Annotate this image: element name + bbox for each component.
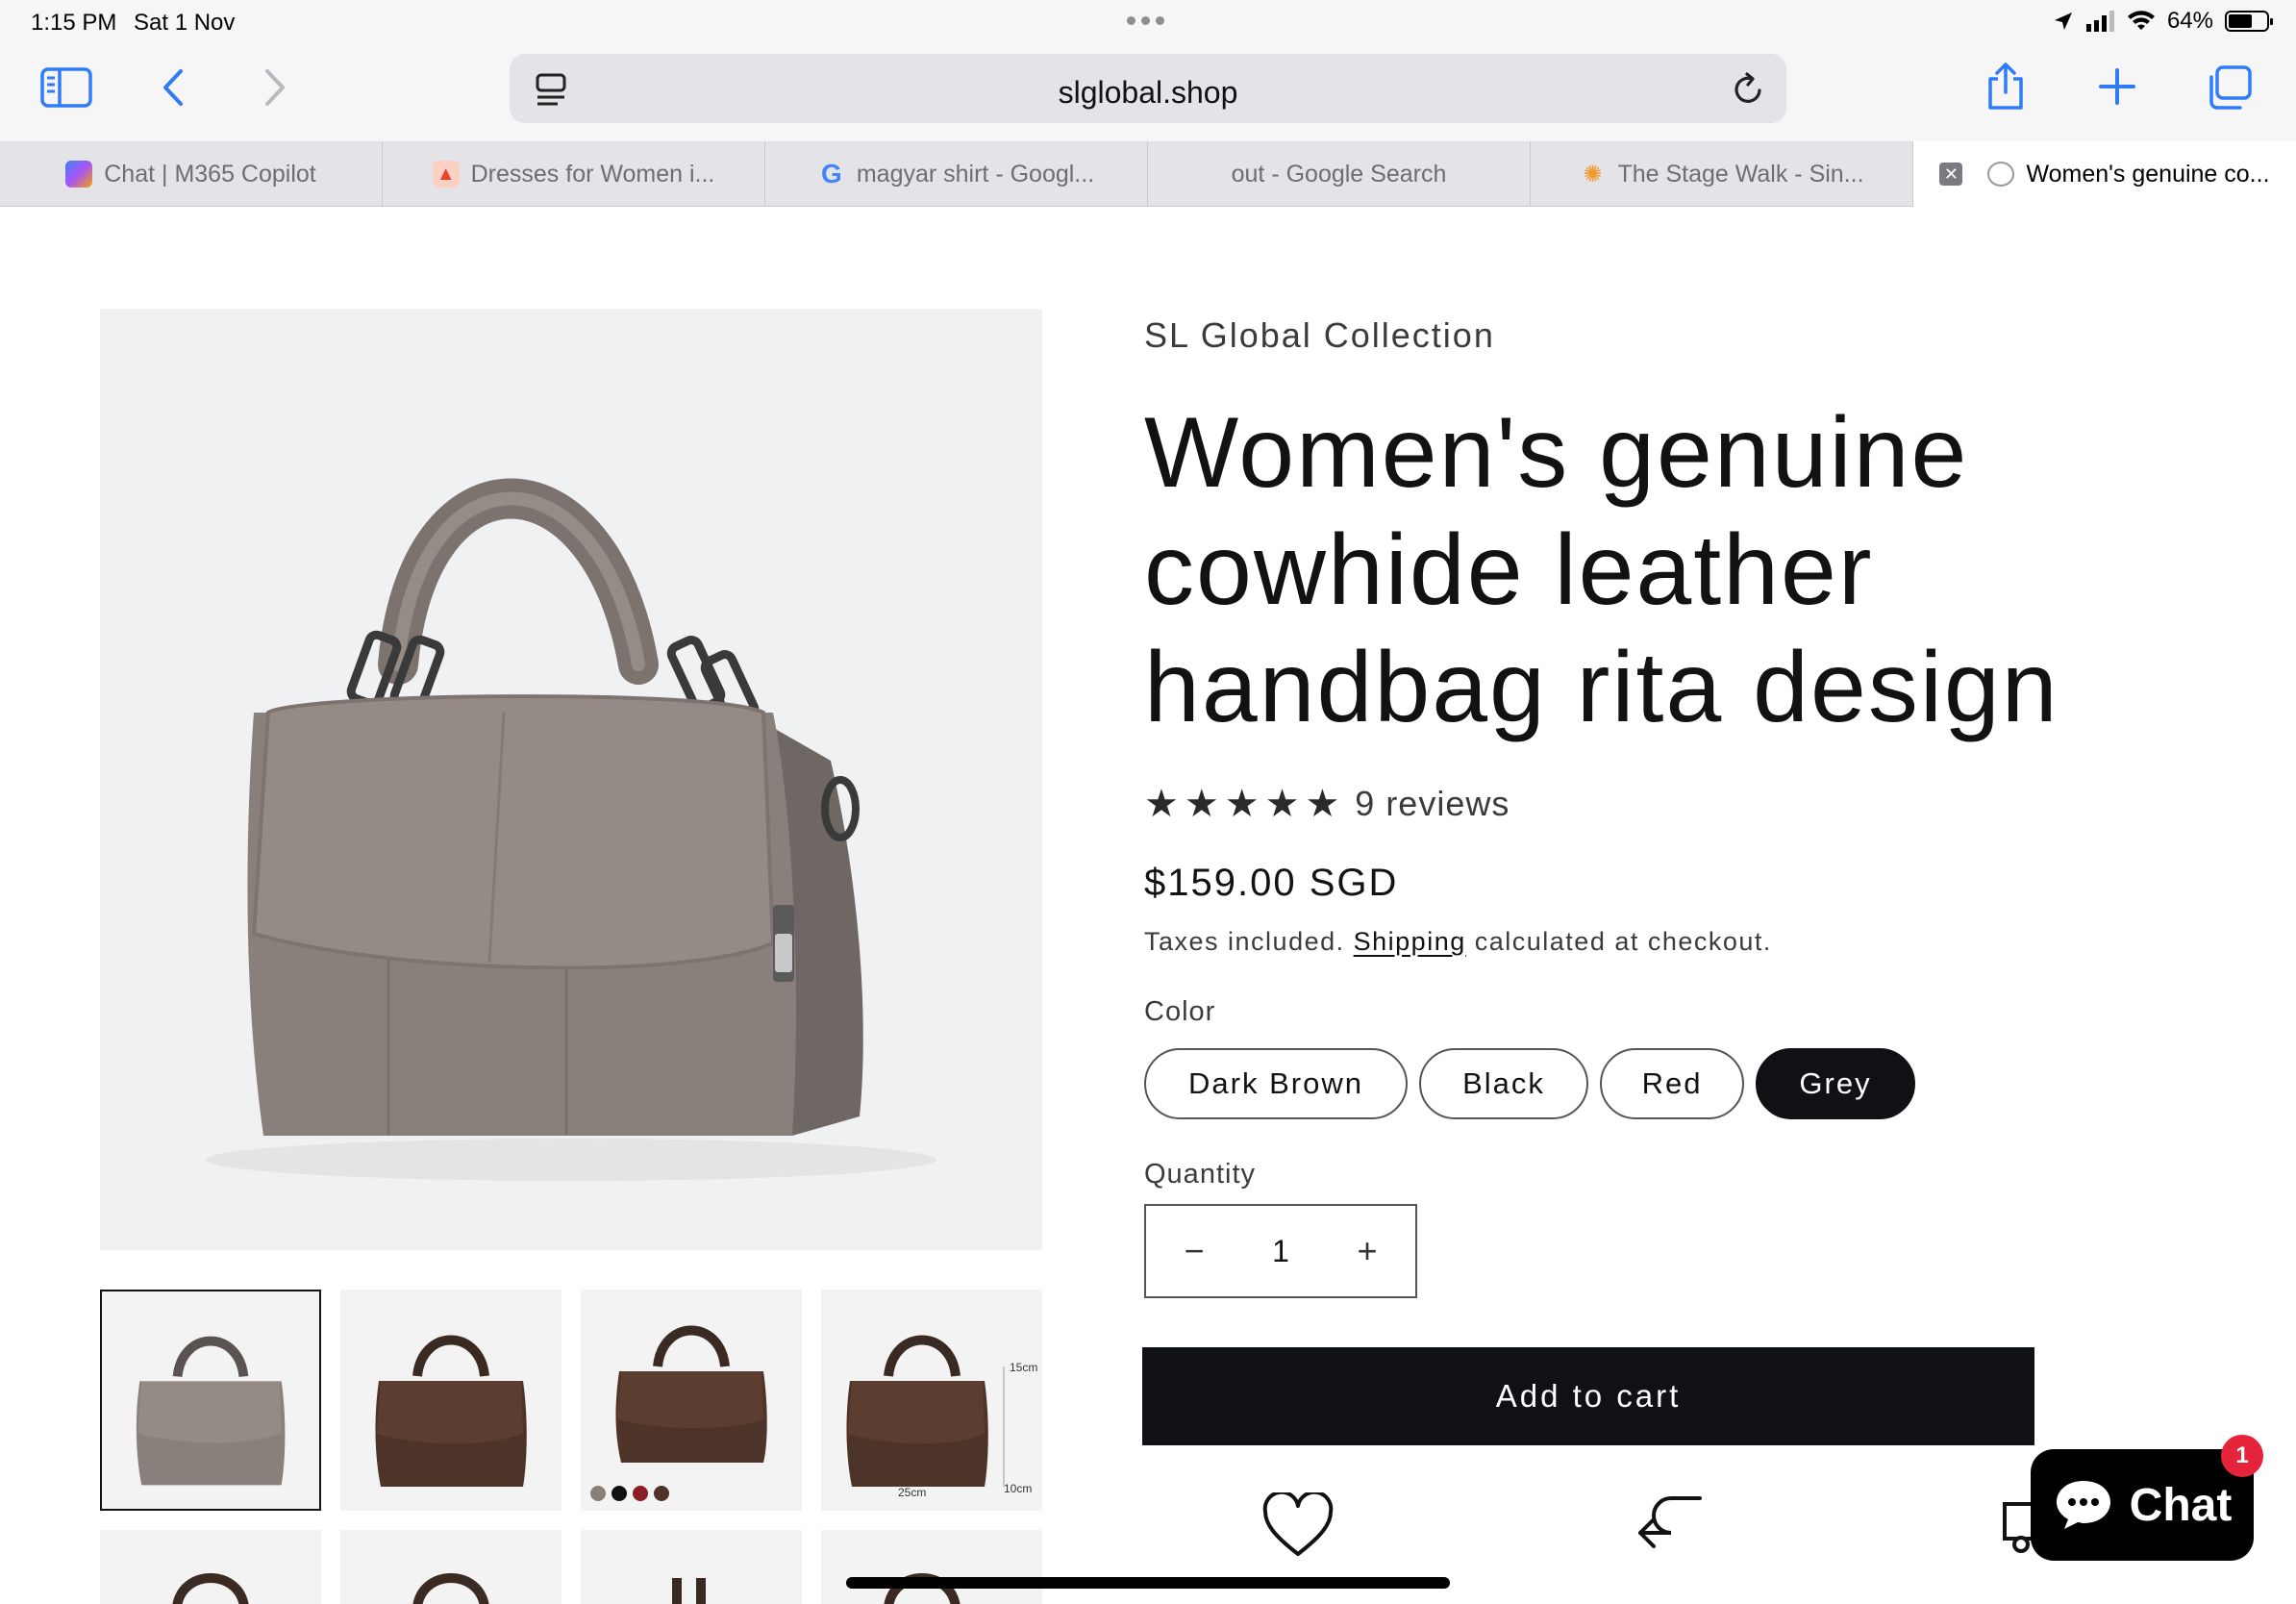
forward-button-icon[interactable]	[262, 67, 288, 108]
google-icon: G	[820, 159, 842, 188]
thumbnail[interactable]	[821, 1530, 1042, 1604]
thumbnail-grey[interactable]	[100, 1290, 321, 1511]
status-time: 1:15 PM	[31, 10, 117, 36]
home-indicator[interactable]	[846, 1577, 1450, 1589]
dimension-width-label: 25cm	[898, 1486, 927, 1499]
quantity-input[interactable]: 1	[1272, 1234, 1289, 1269]
thumbnail-color-options[interactable]	[581, 1290, 802, 1511]
browser-tab-active[interactable]: ✕ Women's genuine co...	[1913, 141, 2296, 207]
product-rating[interactable]: ★ ★ ★ ★ ★ 9 reviews	[1144, 784, 1510, 824]
browser-tab[interactable]: out - Google Search	[1148, 141, 1531, 207]
multitasking-dots-icon[interactable]	[1127, 16, 1164, 25]
add-to-cart-button[interactable]: Add to cart	[1142, 1347, 2034, 1445]
address-bar[interactable]: slglobal.shop	[510, 54, 1786, 123]
browser-tab[interactable]: ✺ The Stage Walk - Sin...	[1531, 141, 1913, 207]
color-option-red[interactable]: Red	[1600, 1048, 1744, 1119]
color-label: Color	[1144, 996, 1216, 1027]
chat-bubble-icon	[2056, 1481, 2110, 1529]
chat-label: Chat	[2129, 1479, 2233, 1531]
stage-walk-icon: ✺	[1583, 161, 1603, 188]
share-icon[interactable]	[1984, 62, 2027, 112]
tab-title: Women's genuine co...	[2026, 160, 2270, 188]
tab-title: out - Google Search	[1231, 160, 1447, 188]
tab-title: magyar shirt - Googl...	[856, 160, 1095, 188]
reload-icon[interactable]	[1731, 71, 1765, 108]
tab-title: The Stage Walk - Sin...	[1617, 160, 1864, 188]
tax-note-suffix: calculated at checkout.	[1474, 927, 1772, 956]
cellular-icon	[2085, 11, 2114, 32]
quantity-stepper: − 1 +	[1144, 1204, 1417, 1298]
globe-icon	[1987, 162, 2015, 187]
back-button-icon[interactable]	[160, 67, 187, 108]
quantity-decrease-button[interactable]: −	[1175, 1231, 1213, 1271]
shipping-link[interactable]: Shipping	[1354, 927, 1466, 956]
tab-strip: Chat | M365 Copilot ▲ Dresses for Women …	[0, 141, 2296, 207]
battery-icon	[2225, 11, 2273, 32]
sidebar-toggle-icon[interactable]	[40, 67, 92, 108]
star-icon: ★	[1224, 783, 1260, 825]
tab-overview-icon[interactable]	[2206, 65, 2252, 110]
new-tab-plus-icon[interactable]	[2098, 67, 2136, 106]
star-icon: ★	[1305, 783, 1340, 825]
thumbnail[interactable]	[340, 1530, 562, 1604]
color-option-grey[interactable]: Grey	[1756, 1048, 1915, 1119]
quantity-label: Quantity	[1144, 1159, 1256, 1190]
tax-note: Taxes included. Shipping calculated at c…	[1144, 927, 1772, 957]
status-indicators: 64%	[2052, 8, 2273, 35]
product-main-image[interactable]	[100, 309, 1042, 1250]
browser-tab[interactable]: ▲ Dresses for Women i...	[383, 141, 765, 207]
star-icon: ★	[1144, 783, 1179, 825]
star-icon: ★	[1264, 783, 1300, 825]
battery-percent: 64%	[2166, 8, 2213, 34]
product-vendor: SL Global Collection	[1144, 315, 1495, 355]
product-price: $159.00 SGD	[1144, 862, 1399, 904]
reviews-count[interactable]: 9 reviews	[1355, 784, 1510, 824]
dimension-height-label: 15cm	[1010, 1361, 1038, 1374]
color-option-dark-brown[interactable]: Dark Brown	[1144, 1048, 1408, 1119]
browser-toolbar: slglobal.shop	[0, 46, 2296, 141]
chat-notification-badge: 1	[2221, 1435, 2263, 1477]
dimension-depth-label: 10cm	[1004, 1482, 1033, 1495]
heart-icon	[1262, 1492, 1334, 1556]
thumbnail[interactable]	[100, 1530, 321, 1604]
thumbnail[interactable]	[581, 1530, 802, 1604]
wifi-icon	[2127, 11, 2155, 30]
color-options: Dark Brown Black Red Grey	[1144, 1048, 1915, 1119]
copilot-icon	[65, 161, 93, 188]
handbag-image	[206, 478, 936, 1181]
product-title: Women's genuine cowhide leather handbag …	[1144, 397, 2059, 743]
close-tab-icon[interactable]: ✕	[1939, 163, 1963, 186]
tax-note-prefix: Taxes included.	[1144, 927, 1345, 956]
url-text: slglobal.shop	[1058, 75, 1238, 110]
browser-tab[interactable]: Chat | M365 Copilot	[0, 141, 383, 207]
status-bar: 1:15 PM Sat 1 Nov 64%	[0, 0, 2296, 46]
return-arrow-icon	[1638, 1496, 1702, 1548]
shop-icon: ▲	[432, 161, 460, 188]
thumbnail-dark-brown[interactable]	[340, 1290, 562, 1511]
tab-title: Chat | M365 Copilot	[104, 160, 316, 188]
quantity-increase-button[interactable]: +	[1348, 1231, 1386, 1271]
thumbnail-dimensions[interactable]: 15cm 25cm 10cm	[821, 1290, 1042, 1511]
tab-title: Dresses for Women i...	[470, 160, 715, 188]
chat-button[interactable]: Chat	[2031, 1449, 2254, 1561]
location-icon	[2054, 13, 2072, 30]
star-icon: ★	[1184, 783, 1219, 825]
browser-tab[interactable]: G magyar shirt - Googl...	[765, 141, 1148, 207]
status-date: Sat 1 Nov	[134, 10, 236, 36]
color-option-black[interactable]: Black	[1419, 1048, 1588, 1119]
